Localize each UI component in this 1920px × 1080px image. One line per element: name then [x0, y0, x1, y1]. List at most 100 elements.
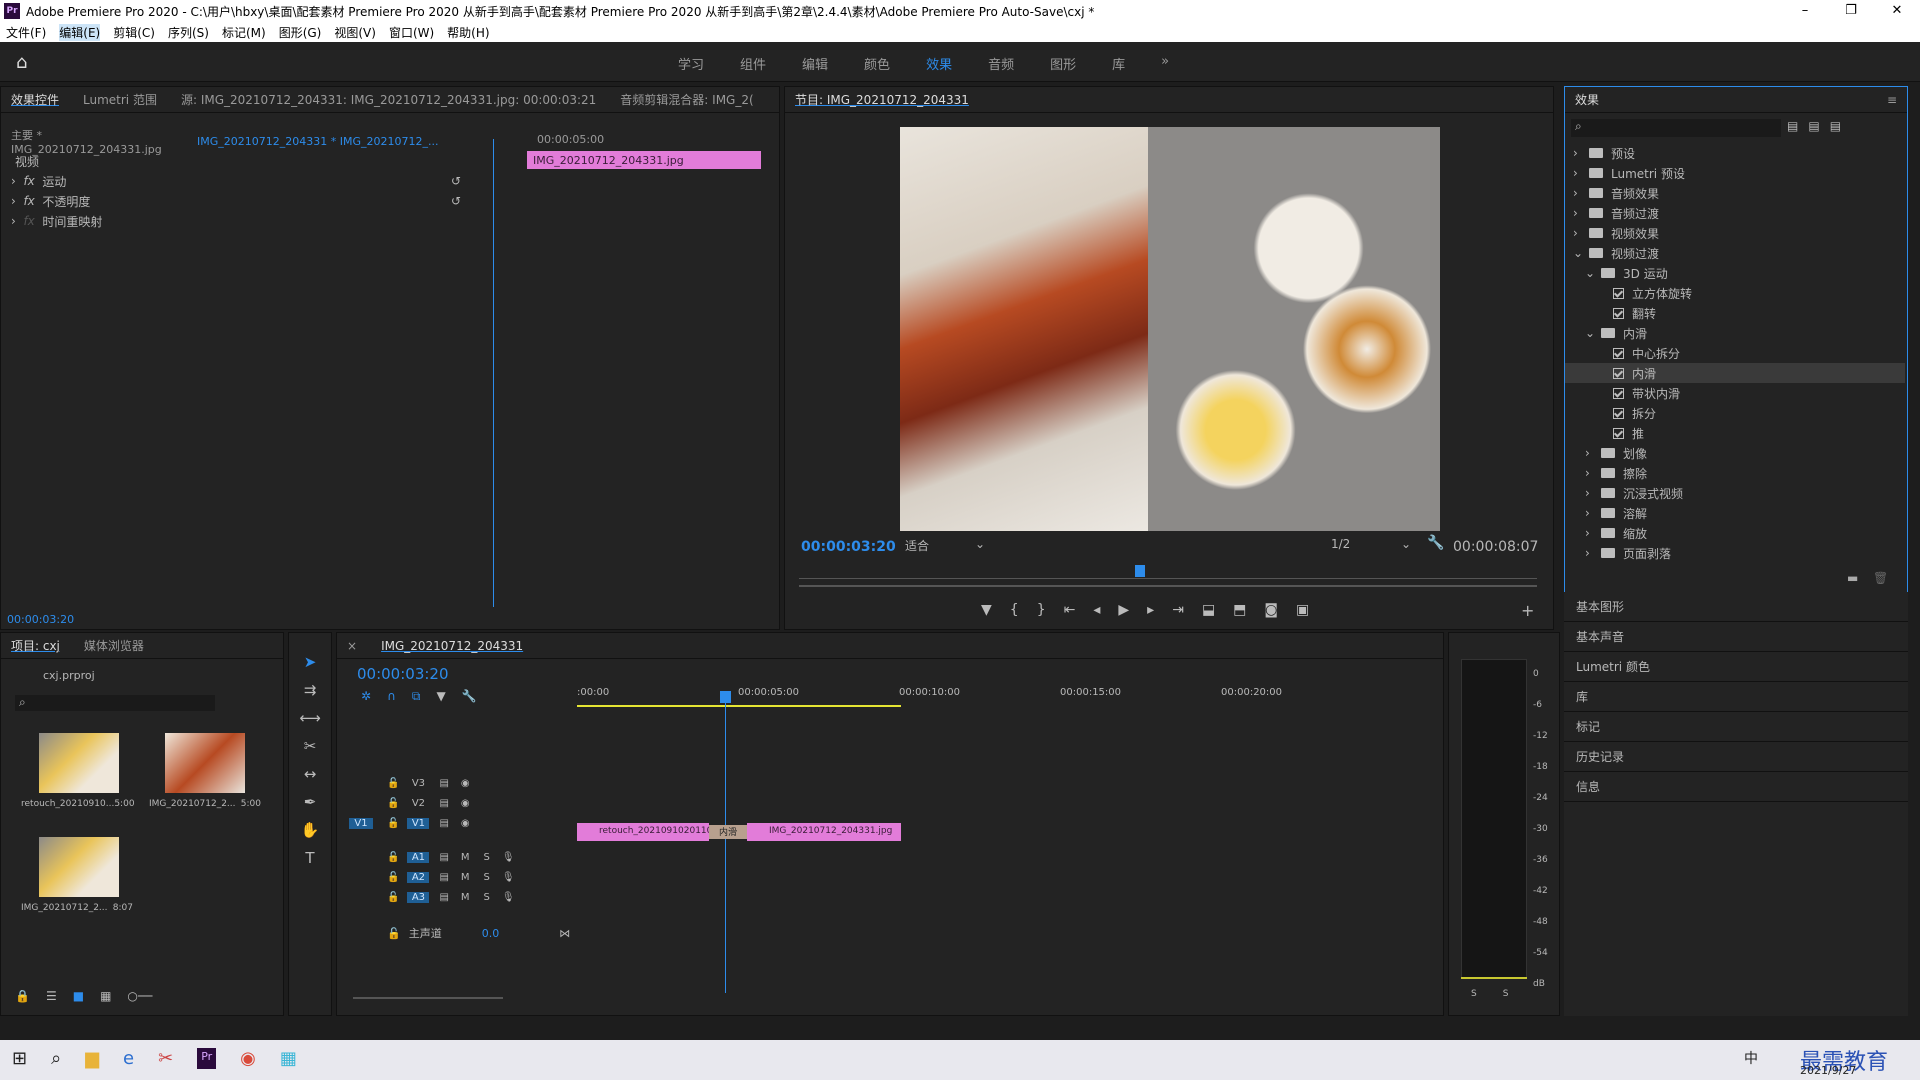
track-name[interactable]: A3: [407, 891, 430, 903]
source-patch[interactable]: V1: [349, 817, 373, 829]
timeline-zoom-scrollbar[interactable]: [353, 997, 503, 999]
solo-left-button[interactable]: S: [1471, 989, 1477, 999]
tab-audio-mixer[interactable]: 音频剪辑混合器: IMG_2(: [620, 91, 753, 108]
effects-item[interactable]: 翻转: [1565, 303, 1905, 323]
solo-right-button[interactable]: S: [1503, 989, 1509, 999]
lock-icon[interactable]: 🔓: [387, 818, 399, 829]
fit-dropdown[interactable]: 适合 ⌄: [905, 537, 985, 555]
lock-icon[interactable]: 🔓: [387, 892, 399, 903]
effects-folder[interactable]: › 溶解: [1565, 503, 1905, 523]
mute-button[interactable]: M: [461, 892, 470, 903]
effects-folder[interactable]: › 擦除: [1565, 463, 1905, 483]
panel-markers[interactable]: 标记: [1564, 712, 1908, 742]
effects-folder[interactable]: ⌄ 视频过渡: [1565, 243, 1905, 263]
razor-tool-icon[interactable]: ✂: [304, 737, 317, 755]
track-header-v2[interactable]: 🔓 V2 ▤ ◉: [337, 793, 577, 813]
chevron-right-icon[interactable]: ›: [1573, 166, 1583, 180]
workspace-audio[interactable]: 音频: [988, 54, 1014, 73]
add-button-icon[interactable]: +: [1521, 601, 1534, 620]
effects-item[interactable]: 立方体旋转: [1565, 283, 1905, 303]
fx-icon[interactable]: fx: [23, 194, 34, 208]
type-tool-icon[interactable]: T: [305, 849, 314, 867]
menu-marker[interactable]: 标记(M): [222, 24, 266, 41]
program-timecode[interactable]: 00:00:03:20: [801, 539, 896, 555]
close-icon[interactable]: ×: [347, 639, 357, 653]
menu-window[interactable]: 窗口(W): [389, 24, 434, 41]
step-back-icon[interactable]: ◂: [1093, 602, 1100, 618]
slip-tool-icon[interactable]: ↔: [304, 765, 317, 783]
chevron-right-icon[interactable]: ›: [1585, 506, 1595, 520]
menu-edit[interactable]: 编辑(E): [59, 23, 101, 41]
toggle-sync-icon[interactable]: ▤: [439, 852, 448, 863]
timeline-timecode[interactable]: 00:00:03:20: [357, 665, 449, 683]
chevron-right-icon[interactable]: ›: [1585, 466, 1595, 480]
extract-icon[interactable]: ⬒: [1233, 602, 1246, 618]
effects-folder[interactable]: › Lumetri 预设: [1565, 163, 1905, 183]
maximize-button[interactable]: ❐: [1828, 0, 1874, 22]
chevron-down-icon[interactable]: ⌄: [1585, 326, 1595, 340]
track-header-v3[interactable]: 🔓 V3 ▤ ◉: [337, 773, 577, 793]
menu-file[interactable]: 文件(F): [6, 24, 46, 41]
new-bin-icon[interactable]: ▬: [1847, 571, 1858, 585]
master-value[interactable]: 0.0: [482, 927, 500, 940]
zoom-slider-icon[interactable]: ○──: [127, 989, 152, 1003]
lock-icon[interactable]: 🔒: [15, 989, 30, 1003]
project-search-input[interactable]: ⌕: [15, 695, 215, 711]
chevron-down-icon[interactable]: ⌄: [1585, 266, 1595, 280]
mute-button[interactable]: M: [461, 852, 470, 863]
chevron-right-icon[interactable]: ›: [1585, 546, 1595, 560]
program-playhead[interactable]: [1135, 565, 1145, 577]
add-marker-icon[interactable]: ▼: [981, 602, 992, 618]
ime-indicator[interactable]: 中: [1744, 1048, 1758, 1068]
expand-chevron-icon[interactable]: ›: [11, 214, 16, 228]
lock-icon[interactable]: 🔓: [387, 852, 399, 863]
panel-lumetri-color[interactable]: Lumetri 颜色: [1564, 652, 1908, 682]
lock-icon[interactable]: 🔓: [387, 927, 401, 940]
effects-folder[interactable]: › 音频效果: [1565, 183, 1905, 203]
mark-out-icon[interactable]: }: [1037, 602, 1046, 618]
chevron-right-icon[interactable]: ›: [1585, 526, 1595, 540]
menu-help[interactable]: 帮助(H): [447, 24, 489, 41]
reset-icon[interactable]: ↺: [451, 194, 461, 208]
resolution-dropdown[interactable]: 1/2 ⌄: [1331, 537, 1411, 555]
timeline-playhead-handle[interactable]: [720, 691, 731, 703]
start-icon[interactable]: ⊞: [12, 1048, 27, 1069]
go-to-out-icon[interactable]: ⇥: [1172, 602, 1184, 618]
project-item-2[interactable]: IMG_20210712_2... 5:00: [145, 727, 265, 827]
voiceover-icon[interactable]: 🎙: [502, 852, 515, 863]
eye-icon[interactable]: ◉: [461, 798, 470, 809]
chevron-right-icon[interactable]: ›: [1585, 486, 1595, 500]
lock-icon[interactable]: 🔓: [387, 798, 399, 809]
effects-folder[interactable]: ⌄ 3D 运动: [1565, 263, 1905, 283]
toggle-sync-icon[interactable]: ▤: [439, 798, 448, 809]
timeline-clip-img[interactable]: IMG_20210712_204331.jpg: [747, 823, 901, 841]
timeline-transition[interactable]: 内滑: [709, 825, 747, 839]
close-button[interactable]: ✕: [1874, 0, 1920, 22]
track-header-v1[interactable]: V1 🔓 V1 ▤ ◉: [337, 813, 577, 833]
lock-icon[interactable]: 🔓: [387, 872, 399, 883]
effects-folder[interactable]: ⌄ 内滑: [1565, 323, 1905, 343]
yuv-icon[interactable]: ▤: [1830, 119, 1841, 133]
effects-search-input[interactable]: ⌕: [1571, 119, 1781, 137]
effects-folder[interactable]: › 划像: [1565, 443, 1905, 463]
marker-icon[interactable]: ▼: [436, 689, 445, 704]
effects-item[interactable]: 带状内滑: [1565, 383, 1905, 403]
track-header-a3[interactable]: 🔓 A3 ▤ M S 🎙: [337, 887, 577, 907]
toggle-sync-icon[interactable]: ▤: [439, 872, 448, 883]
eye-icon[interactable]: ◉: [461, 778, 470, 789]
video-preview[interactable]: [900, 127, 1440, 531]
app-icon[interactable]: ▦: [280, 1048, 297, 1069]
edge-icon[interactable]: e: [123, 1048, 134, 1069]
home-icon[interactable]: ⌂: [16, 52, 40, 73]
delete-icon[interactable]: 🗑: [1873, 571, 1888, 585]
ripple-edit-tool-icon[interactable]: ⟷: [299, 709, 321, 727]
panel-essential-graphics[interactable]: 基本图形: [1564, 592, 1908, 622]
chevron-right-icon[interactable]: ›: [1573, 226, 1583, 240]
tab-source[interactable]: 源: IMG_20210712_204331: IMG_20210712_204…: [181, 91, 596, 108]
effects-folder[interactable]: › 预设: [1565, 143, 1905, 163]
mute-button[interactable]: M: [461, 872, 470, 883]
settings-wrench-icon[interactable]: 🔧: [462, 689, 477, 704]
timeline-tab[interactable]: IMG_20210712_204331: [381, 639, 523, 653]
tab-effect-controls[interactable]: 效果控件: [11, 91, 59, 108]
effects-item[interactable]: 拆分: [1565, 403, 1905, 423]
